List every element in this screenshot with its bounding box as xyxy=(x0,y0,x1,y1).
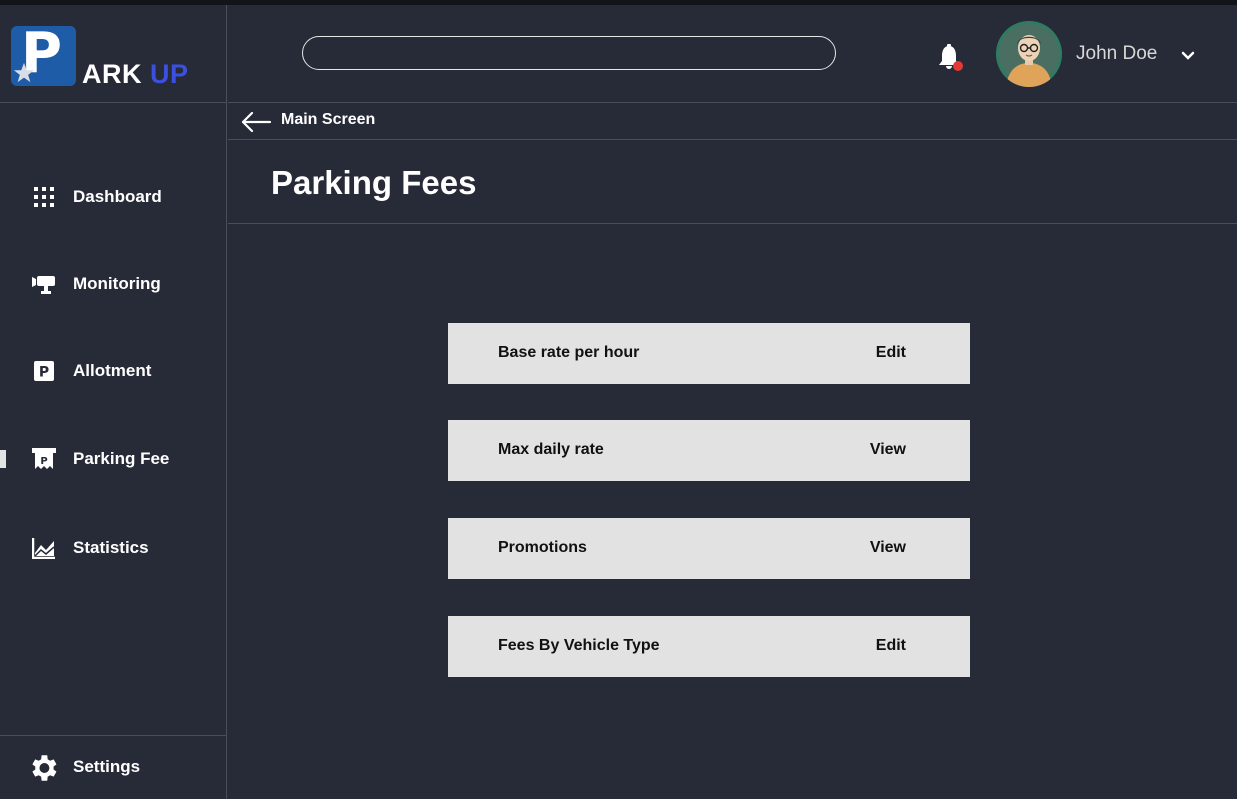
sidebar-item-monitoring[interactable]: Monitoring xyxy=(0,262,226,306)
arrow-left-icon[interactable] xyxy=(240,109,272,135)
sidebar-item-label: Parking Fee xyxy=(73,449,170,468)
svg-text:P: P xyxy=(40,456,47,467)
breadcrumb: Main Screen xyxy=(228,103,1237,140)
logo-badge: P xyxy=(11,26,76,86)
settings-label: Settings xyxy=(73,757,141,776)
page-title: Parking Fees xyxy=(271,164,477,201)
fee-row-base-rate: Base rate per hour Edit xyxy=(448,323,970,384)
page-header: Parking Fees xyxy=(228,140,1237,224)
avatar[interactable] xyxy=(996,21,1062,87)
camera-icon xyxy=(31,271,57,297)
sidebar-item-statistics[interactable]: Statistics xyxy=(0,526,226,570)
user-name[interactable]: John Doe xyxy=(1076,43,1157,65)
fee-row-vehicle-type: Fees By Vehicle Type Edit xyxy=(448,616,970,677)
sidebar-item-parking-fee[interactable]: P Parking Fee xyxy=(0,437,226,481)
parking-p-icon: P xyxy=(31,358,57,384)
top-header: John Doe xyxy=(228,5,1237,103)
sidebar-item-allotment[interactable]: P Allotment xyxy=(0,349,226,393)
view-button[interactable]: View xyxy=(870,441,906,459)
edit-button[interactable]: Edit xyxy=(876,637,906,655)
fee-label: Fees By Vehicle Type xyxy=(498,637,660,654)
star-icon xyxy=(13,62,35,83)
sidebar-item-label: Dashboard xyxy=(73,187,162,206)
search-input[interactable] xyxy=(302,36,836,70)
back-link[interactable]: Main Screen xyxy=(281,111,375,129)
fee-label: Max daily rate xyxy=(498,441,604,458)
view-button[interactable]: View xyxy=(870,539,906,557)
svg-text:P: P xyxy=(39,365,49,381)
fee-row-max-daily: Max daily rate View xyxy=(448,420,970,481)
sidebar-item-label: Statistics xyxy=(73,538,149,557)
chart-area-icon xyxy=(31,535,57,561)
sidebar: P ARK UP Dashboard Monitoring P Allotmen… xyxy=(0,5,227,799)
parking-ticket-icon: P xyxy=(31,446,57,472)
sidebar-item-settings[interactable]: Settings xyxy=(0,735,226,799)
grid-icon xyxy=(31,184,57,210)
fee-label: Promotions xyxy=(498,539,587,556)
sidebar-item-label: Allotment xyxy=(73,361,152,380)
fee-label: Base rate per hour xyxy=(498,344,640,361)
chevron-down-icon[interactable] xyxy=(1179,47,1197,65)
logo[interactable]: P ARK UP xyxy=(0,5,226,103)
edit-button[interactable]: Edit xyxy=(876,344,906,362)
sidebar-item-label: Monitoring xyxy=(73,274,161,293)
sidebar-item-dashboard[interactable]: Dashboard xyxy=(0,175,226,219)
fee-row-promotions: Promotions View xyxy=(448,518,970,579)
bell-icon[interactable] xyxy=(936,43,964,73)
gear-icon xyxy=(32,755,57,781)
logo-text: ARK UP xyxy=(82,59,189,89)
